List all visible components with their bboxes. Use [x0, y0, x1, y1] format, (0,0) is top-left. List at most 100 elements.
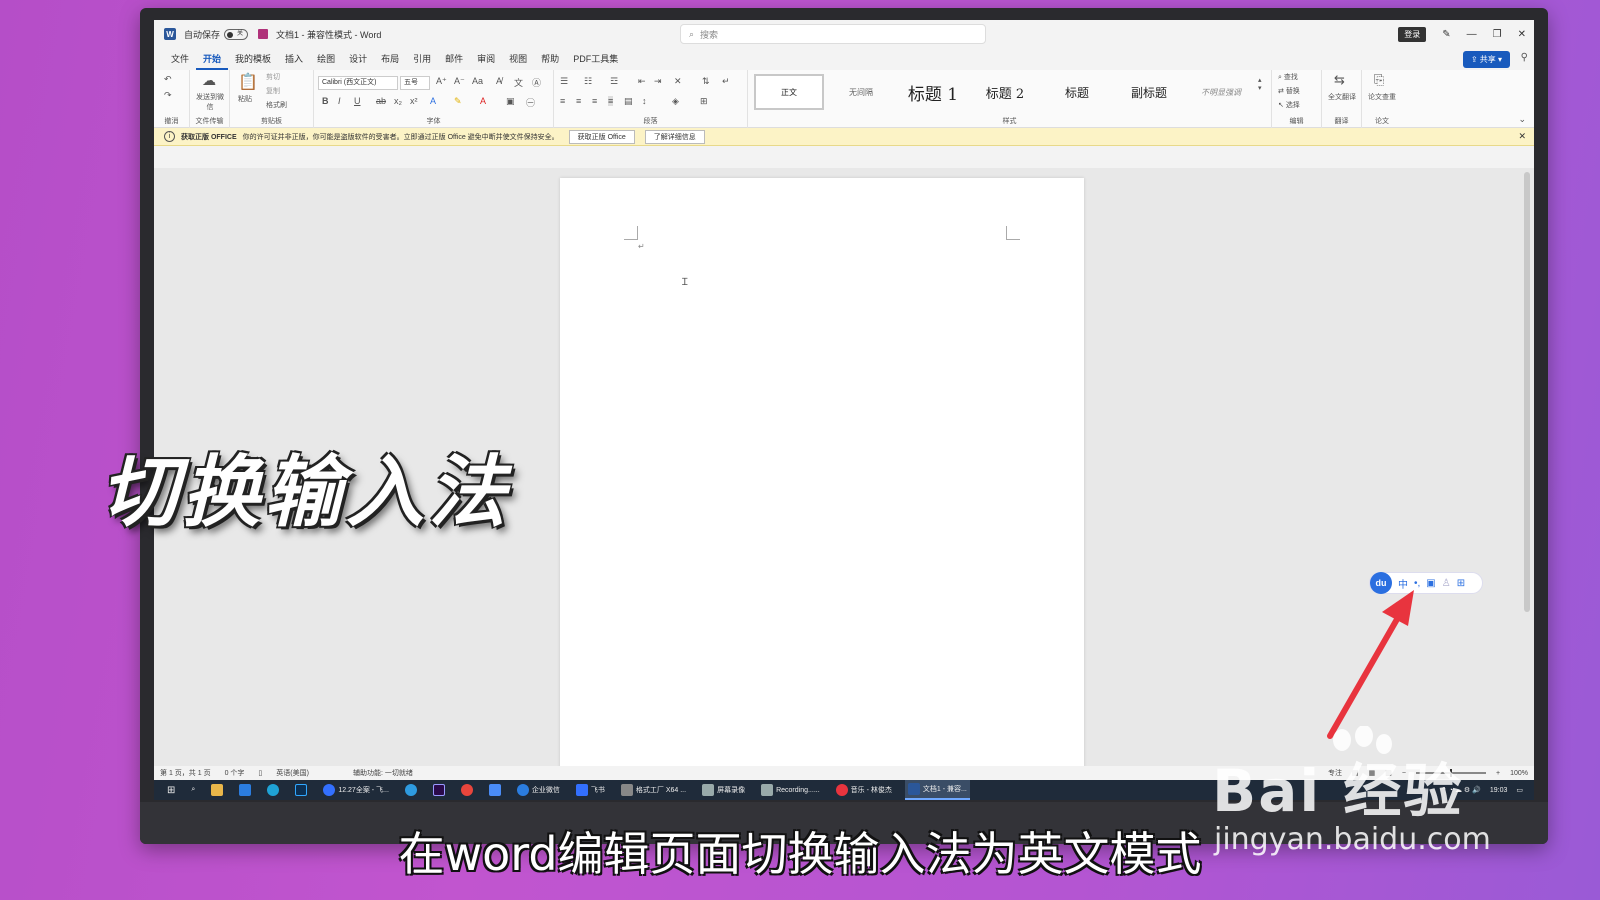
undo-icon[interactable]: ↶ [164, 74, 172, 85]
restore-icon[interactable]: ❐ [1493, 29, 1502, 40]
subscript-icon[interactable]: x₂ [394, 96, 402, 106]
borders-icon[interactable]: ⊞ [700, 96, 708, 107]
format-painter-button[interactable]: 格式刷 [266, 100, 287, 110]
pinyin-icon[interactable]: 文 [514, 76, 523, 89]
assistant-icon[interactable] [264, 780, 282, 800]
numbering-icon[interactable]: ☷ [584, 76, 592, 87]
tab-layout[interactable]: 布局 [374, 48, 406, 70]
chinese-layout-icon[interactable]: ✕ [674, 76, 682, 87]
style-subtitle[interactable]: 副标题 [1114, 74, 1184, 110]
chrome-icon[interactable] [458, 780, 476, 800]
premiere-icon[interactable] [430, 780, 448, 800]
tab-references[interactable]: 引用 [406, 48, 438, 70]
taskbar-item-music[interactable]: 音乐 - 林俊杰 [833, 780, 895, 800]
zoom-level[interactable]: 100% [1510, 770, 1528, 777]
zoom-in-icon[interactable]: + [1496, 770, 1500, 777]
tab-draw[interactable]: 绘图 [310, 48, 342, 70]
notification-icon[interactable]: ▭ [1516, 786, 1523, 794]
taskbar-search-icon[interactable]: ⌕ [188, 780, 198, 800]
tab-pdf-tools[interactable]: PDF工具集 [566, 48, 625, 70]
highlight-icon[interactable]: ✎ [454, 96, 462, 107]
photoshop-icon[interactable] [292, 780, 310, 800]
wechat-send-icon[interactable]: ☁ [202, 72, 216, 89]
edge-icon[interactable] [402, 780, 420, 800]
paper-check-button[interactable]: 论文查重 [1366, 92, 1398, 102]
align-center-icon[interactable]: ≡ [576, 96, 581, 106]
start-icon[interactable]: ⊞ [164, 780, 178, 800]
lark-icon[interactable] [486, 780, 504, 800]
notice-close-icon[interactable]: ✕ [1518, 131, 1526, 142]
tab-review[interactable]: 审阅 [470, 48, 502, 70]
distributed-icon[interactable]: ▤ [624, 96, 633, 107]
style-heading-1[interactable]: 标题 1 [898, 74, 968, 110]
grow-font-icon[interactable]: A⁺ [436, 76, 447, 87]
taskbar-clock[interactable]: 19:03 [1490, 787, 1508, 794]
collapse-ribbon-icon[interactable]: ⌄ [1518, 114, 1526, 125]
language-status[interactable]: 英语(美国) [276, 768, 309, 778]
save-icon[interactable] [258, 29, 269, 39]
tab-insert[interactable]: 插入 [278, 48, 310, 70]
shading-icon[interactable]: ◈ [672, 96, 679, 107]
bullets-icon[interactable]: ☰ [560, 76, 568, 87]
translate-icon[interactable]: ⇆ [1334, 72, 1345, 88]
multilevel-list-icon[interactable]: ☲ [610, 76, 618, 87]
style-heading-2[interactable]: 标题 2 [970, 74, 1040, 110]
copy-button[interactable]: 复制 [266, 86, 280, 96]
shrink-font-icon[interactable]: A⁻ [454, 76, 465, 87]
word-count[interactable]: 0 个字 [225, 768, 245, 778]
italic-icon[interactable]: I [338, 96, 341, 106]
pin-icon[interactable]: ⚲ [1521, 52, 1528, 63]
login-button[interactable]: 登录 [1398, 26, 1427, 42]
superscript-icon[interactable]: x² [410, 96, 418, 106]
find-button[interactable]: ⌕ 查找 [1278, 72, 1298, 82]
font-color-icon[interactable]: A [480, 96, 486, 106]
sort-icon[interactable]: ⇅ [702, 76, 710, 87]
tab-home[interactable]: 开始 [196, 48, 229, 70]
paste-label[interactable]: 粘贴 [238, 94, 252, 104]
file-explorer-icon[interactable] [208, 780, 226, 800]
toolbox-grid-icon[interactable]: ⊞ [1457, 578, 1465, 589]
strikethrough-icon[interactable]: ab [376, 96, 386, 106]
bold-icon[interactable]: B [322, 96, 329, 106]
taskbar-item-wecom[interactable]: 企业微信 [514, 780, 563, 800]
proofing-icon[interactable]: ▯ [258, 769, 262, 777]
char-border-icon[interactable]: Ⓐ [532, 76, 541, 89]
autosave-toggle[interactable]: 关 [224, 28, 249, 40]
taskbar-item-feishu[interactable]: 飞书 [573, 780, 608, 800]
tab-mailings[interactable]: 邮件 [438, 48, 470, 70]
style-subtle-emphasis[interactable]: 不明显强调 [1186, 74, 1256, 110]
full-translate-button[interactable]: 全文翻译 [1326, 92, 1358, 102]
taskbar-item-word[interactable]: 文档1 - 兼容... [904, 780, 970, 800]
style-normal[interactable]: 正文 [754, 74, 824, 110]
close-icon[interactable]: ✕ [1518, 29, 1526, 40]
paper-check-icon[interactable]: ⎘ [1374, 72, 1384, 88]
vertical-scrollbar[interactable] [1524, 172, 1530, 612]
mail-icon[interactable] [236, 780, 254, 800]
replace-button[interactable]: ⇄ 替换 [1278, 86, 1300, 96]
tab-help[interactable]: 帮助 [534, 48, 566, 70]
enclose-char-icon[interactable]: ㊀ [526, 96, 535, 109]
taskbar-item-feishu-doc[interactable]: 12.27全案 - 飞... [320, 780, 392, 800]
search-input[interactable]: ⌕ 搜索 [680, 24, 986, 44]
font-name-select[interactable]: Calibri (西文正文) [318, 76, 398, 90]
document-page[interactable]: ↵ Ɪ [560, 178, 1084, 768]
minimize-icon[interactable]: — [1467, 29, 1477, 40]
pen-icon[interactable]: ✎ [1442, 29, 1450, 40]
cut-button[interactable]: 剪切 [266, 72, 280, 82]
change-case-icon[interactable]: Aa [472, 76, 483, 86]
increase-indent-icon[interactable]: ⇥ [654, 76, 662, 87]
underline-icon[interactable]: U [354, 96, 361, 106]
learn-more-button[interactable]: 了解详细信息 [644, 129, 705, 144]
style-no-spacing[interactable]: 无间隔 [828, 74, 894, 110]
paste-icon[interactable]: 📋 [238, 72, 258, 92]
clear-format-icon[interactable]: A̸ [496, 76, 502, 86]
accessibility-status[interactable]: 辅助功能: 一切就绪 [353, 768, 413, 778]
get-office-button[interactable]: 获取正版 Office [568, 129, 635, 144]
select-button[interactable]: ↖ 选择 [1278, 100, 1300, 110]
text-effects-icon[interactable]: A [430, 96, 436, 106]
share-button[interactable]: ⇪ 共享 ▾ [1462, 51, 1510, 68]
tab-view[interactable]: 视图 [502, 48, 534, 70]
taskbar-item-screen-record[interactable]: 屏幕录像 [699, 780, 748, 800]
decrease-indent-icon[interactable]: ⇤ [638, 76, 646, 87]
page-count[interactable]: 第 1 页，共 1 页 [160, 768, 211, 778]
